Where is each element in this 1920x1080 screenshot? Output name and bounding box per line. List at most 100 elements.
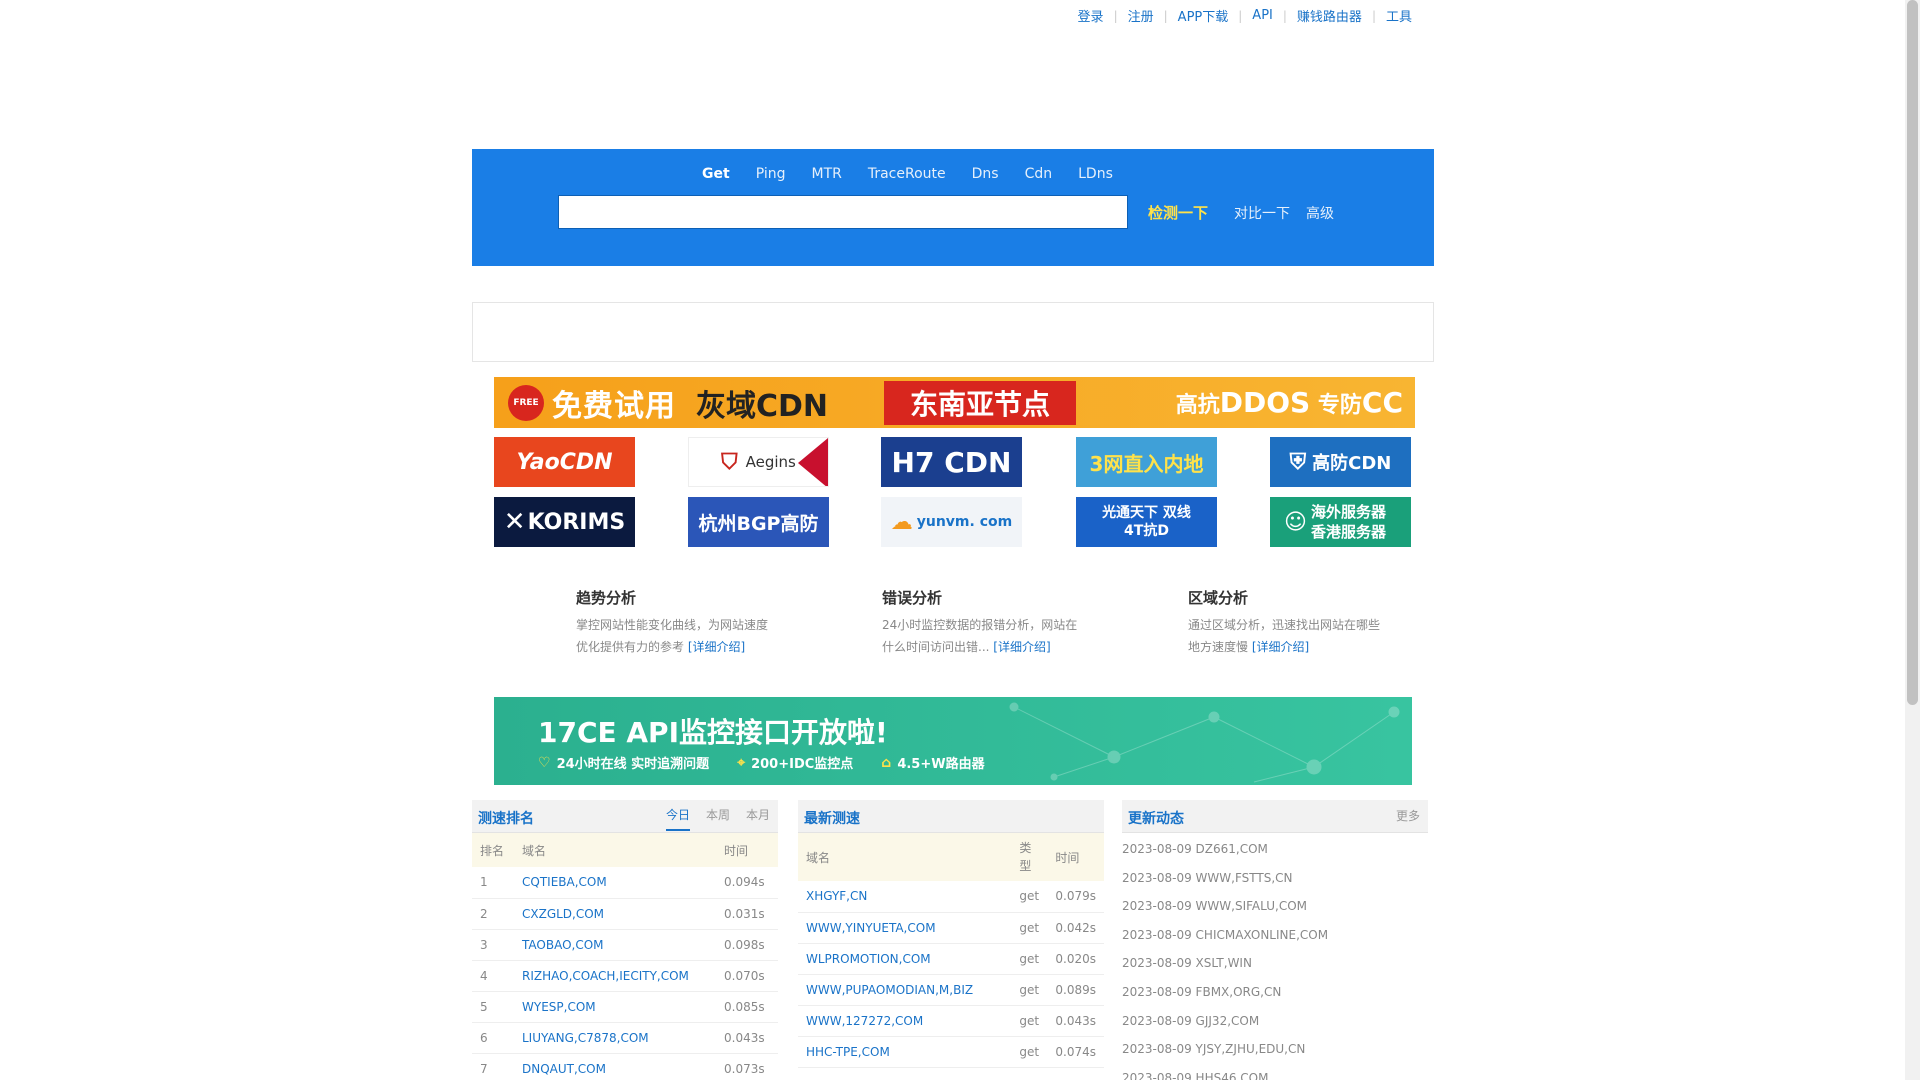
app-download-link[interactable]: APP下载	[1178, 6, 1229, 25]
domain-link[interactable]: LIUYANG,C7878,COM	[522, 1031, 649, 1045]
tools-link[interactable]: 工具	[1386, 6, 1412, 25]
advanced-button[interactable]: 高级	[1306, 203, 1334, 223]
table-row: HHC-TPE,COM get 0.074s	[798, 1036, 1104, 1068]
feature-title: 趋势分析	[576, 589, 637, 607]
tab-today[interactable]: 今日	[665, 806, 690, 831]
ad-tile[interactable]: 3网直入内地	[1076, 437, 1217, 487]
time-cell: 0.031s	[716, 898, 778, 930]
api-feature-label: 4.5+W路由器	[897, 757, 985, 772]
check-button[interactable]: 检测一下	[1148, 202, 1208, 223]
heart-icon: ♡	[538, 754, 551, 771]
domain-link[interactable]: RIZHAO,COACH,IECITY,COM	[522, 969, 689, 983]
domain-link[interactable]: CXZGLD,COM	[522, 907, 604, 921]
domain-link[interactable]: WWW,YINYUETA,COM	[806, 921, 936, 935]
url-input[interactable]	[558, 195, 1128, 229]
banner-text-free-trial: 免费试用	[552, 388, 676, 424]
feature-detail-link[interactable]: [详细介绍]	[1252, 640, 1309, 654]
ad-tile[interactable]: 杭州BGP高防	[688, 497, 829, 547]
feature-detail-link[interactable]: [详细介绍]	[993, 640, 1050, 654]
banner-ddos-a: 高抗	[1175, 393, 1220, 418]
ad-tile[interactable]: ⛉ Aegins	[688, 437, 829, 487]
rank-cell: 2	[472, 898, 514, 930]
list-item: 2023-08-09 FBMX,ORG,CN	[1122, 984, 1282, 999]
api-banner-ad[interactable]: 17CE API监控接口开放啦! ♡ 24小时在线 实时追溯问题 ⌖ 200+IDC…	[494, 697, 1412, 785]
scrollbar-thumb[interactable]	[1907, 0, 1918, 705]
login-link[interactable]: 登录	[1078, 6, 1104, 25]
rank-cell: 3	[472, 929, 514, 961]
table-row: 4 RIZHAO,COACH,IECITY,COM 0.070s	[472, 960, 778, 992]
table-row: 6 LIUYANG,C7878,COM 0.043s	[472, 1022, 778, 1054]
domain-cell: WYESP,COM	[514, 991, 716, 1023]
ad-tile[interactable]: ☁ yunvm. com	[881, 497, 1022, 547]
time-cell: 0.098s	[716, 929, 778, 961]
tab-week[interactable]: 本周	[706, 806, 730, 831]
tab-ping[interactable]: Ping	[756, 166, 786, 182]
updates-list: 2023-08-09 DZ661,COM 2023-08-09 WWW,FSTT…	[1122, 833, 1428, 1080]
ad-tile[interactable]: YaoCDN	[494, 437, 635, 487]
domain-cell: LIUYANG,C7878,COM	[514, 1022, 716, 1054]
table-row: WWW,YINYUETA,COM get 0.042s	[798, 912, 1104, 944]
table-row: 5 WYESP,COM 0.085s	[472, 991, 778, 1023]
domain-link[interactable]: TAOBAO,COM	[522, 938, 604, 952]
feature-description: 掌控网站性能变化曲线，为网站速度优化提供有力的参考 [详细介绍]	[576, 614, 776, 658]
tab-dns[interactable]: Dns	[972, 166, 999, 182]
register-link[interactable]: 注册	[1128, 6, 1154, 25]
domain-link[interactable]: WLPROMOTION,COM	[806, 952, 931, 966]
tab-month[interactable]: 本月	[746, 806, 770, 831]
ad-tile[interactable]: ✕ KORIMS	[494, 497, 635, 547]
domain-link[interactable]: DNQAUT,COM	[522, 1062, 606, 1076]
page-scrollbar[interactable]	[1905, 0, 1920, 1080]
api-link[interactable]: API	[1252, 8, 1273, 23]
robot-icon: ☺	[1284, 509, 1307, 535]
compare-button[interactable]: 对比一下	[1234, 203, 1290, 223]
domain-link[interactable]: WYESP,COM	[522, 1000, 596, 1014]
tab-get[interactable]: Get	[702, 166, 730, 182]
domain-link[interactable]: WWW,127272,COM	[806, 1014, 923, 1028]
latest-tests-table: 域名 类型 时间 XHGYF,CN get 0.079s WWW,YINYUETA,…	[798, 833, 1104, 1068]
list-item: 2023-08-09 HHS46,COM	[1122, 1070, 1269, 1080]
ad-tile[interactable]: 光通天下 双线4T抗D	[1076, 497, 1217, 547]
list-item: 2023-08-09 DZ661,COM	[1122, 842, 1268, 856]
more-link[interactable]: 更多	[1396, 807, 1420, 824]
rank-cell: 5	[472, 991, 514, 1023]
tab-ldns[interactable]: LDns	[1078, 166, 1113, 182]
ad-tile[interactable]: ☺ 海外服务器 香港服务器	[1270, 497, 1411, 547]
ad-label: YaoCDN	[516, 449, 613, 475]
ad-tile[interactable]: H7 CDN	[881, 437, 1022, 487]
list-item: 2023-08-09 WWW,SIFALU,COM	[1122, 899, 1307, 914]
tab-traceroute[interactable]: TraceRoute	[868, 166, 946, 182]
feature-detail-link[interactable]: [详细介绍]	[688, 640, 745, 654]
router-icon: ⌂	[881, 754, 892, 771]
domain-link[interactable]: HHC-TPE,COM	[806, 1045, 890, 1059]
domain-cell: TAOBAO,COM	[514, 929, 716, 961]
ranking-period-tabs: 今日 本周 本月	[665, 806, 770, 831]
free-badge: FREE	[508, 384, 544, 421]
ad-label: yunvm. com	[916, 514, 1013, 530]
ad-label: KORIMS	[527, 509, 626, 535]
time-cell: 0.074s	[1047, 1036, 1104, 1068]
ad-tile[interactable]: ⛨ 高防CDN	[1270, 437, 1411, 487]
tab-mtr[interactable]: MTR	[811, 166, 841, 182]
domain-link[interactable]: WWW,PUPAOMODIAN,M,BIZ	[806, 983, 973, 997]
cdn-banner-ad[interactable]: FREE 免费试用 灰域CDN 东南亚节点 高抗DDOS 专防CC	[494, 377, 1415, 428]
time-cell: 0.042s	[1047, 912, 1104, 944]
tab-cdn[interactable]: Cdn	[1025, 166, 1053, 182]
shield-icon: ⛨	[1289, 449, 1307, 475]
ad-label: 高防CDN	[1312, 453, 1392, 474]
table-row: 2 CXZGLD,COM 0.031s	[472, 898, 778, 930]
table-row: WLPROMOTION,COM get 0.020s	[798, 943, 1104, 975]
domain-link[interactable]: CQTIEBA,COM	[522, 875, 607, 889]
router-link[interactable]: 赚钱路由器	[1297, 6, 1362, 25]
domain-link[interactable]: XHGYF,CN	[806, 889, 867, 903]
banner-text-cdn: 灰域CDN	[696, 388, 829, 424]
feature-description: 24小时监控数据的报错分析，网站在什么时间访问出错... [详细介绍]	[882, 614, 1082, 658]
api-feature-label: 24小时在线 实时追溯问题	[556, 757, 710, 772]
feature-region: 区域分析 通过区域分析，迅速找出网站在哪些地方速度慢 [详细介绍]	[1188, 587, 1388, 658]
nav-separator: |	[1282, 8, 1287, 23]
banner-text-ddos: 高抗DDOS 专防CC	[1176, 386, 1403, 419]
domain-cell: WWW,YINYUETA,COM	[798, 912, 1012, 944]
api-banner-features: ♡ 24小时在线 实时追溯问题 ⌖ 200+IDC监控点 ⌂ 4.5+W路由器	[538, 753, 985, 773]
banner-ddos-c: 专防	[1310, 393, 1362, 418]
time-cell: 0.070s	[716, 960, 778, 992]
column-header-time: 时间	[1047, 833, 1104, 881]
